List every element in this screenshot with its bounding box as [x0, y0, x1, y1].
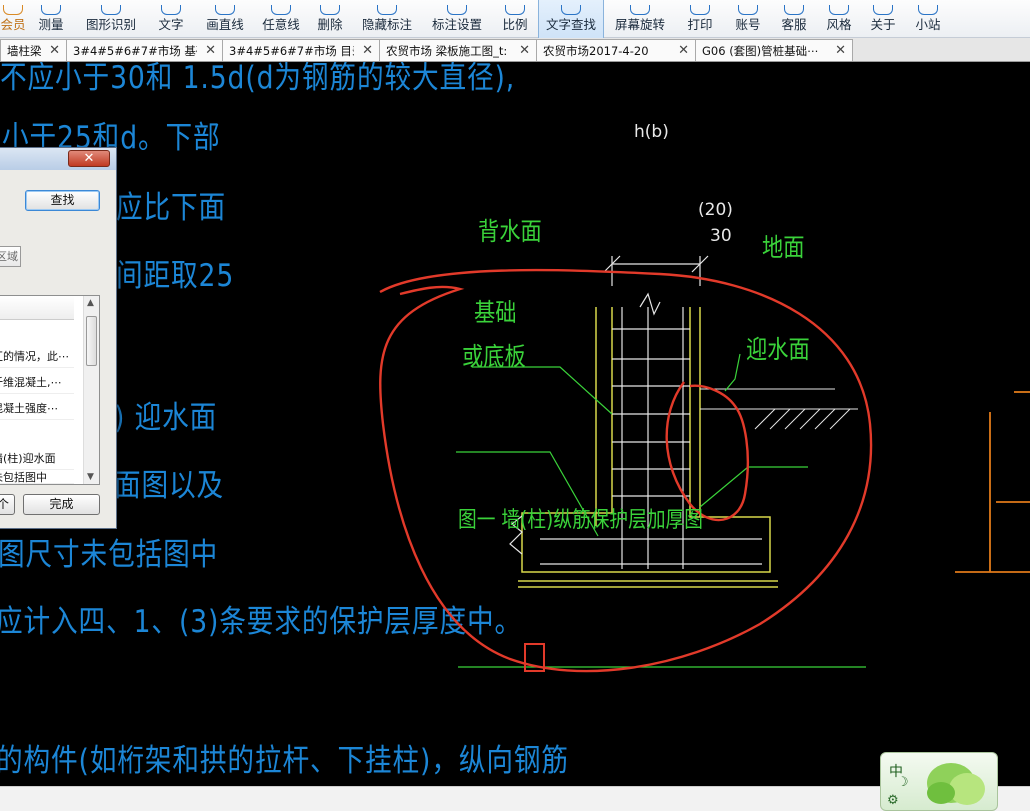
main-toolbar: 会员 测量 图形识别 文字 画直线 任意线 删除 隐藏标注 标注设置 比例 文字… [0, 0, 1030, 38]
dimension-30: 30 [710, 226, 732, 246]
info-icon [873, 5, 893, 15]
dialog-titlebar[interactable]: ✕ [0, 148, 116, 170]
drawing-canvas[interactable]: 不应小于30和 1.5d(d为钢筋的较大直径), 小于25和d。下部 应比下面 … [0, 62, 1030, 811]
list-scrollbar[interactable]: ▲ ▼ [83, 296, 99, 484]
eye-icon [377, 5, 397, 15]
wall-section-drawing [379, 255, 1030, 673]
vip-icon [3, 5, 23, 15]
text-search-dialog: ✕ 查找 区域 汇的情况，此⋯ 纤维混凝土,⋯ 混凝土强度⋯ 墙(柱)迎水面 未… [0, 147, 117, 529]
scroll-thumb[interactable] [86, 316, 97, 366]
moon-icon: ☽ [897, 775, 909, 790]
ruler-icon [41, 5, 61, 15]
list-item[interactable]: 纤维混凝土,⋯ [0, 372, 74, 394]
user-icon [738, 5, 758, 15]
toolbar-delete-button[interactable]: 删除 [308, 0, 352, 38]
leaf-icon [927, 763, 985, 805]
scroll-up-icon[interactable]: ▲ [87, 298, 94, 308]
close-icon[interactable]: ✕ [205, 43, 216, 58]
close-icon[interactable]: ✕ [835, 43, 846, 58]
gear-icon [447, 5, 467, 15]
dialog-close-button[interactable]: ✕ [68, 150, 110, 167]
toolbar-measure-button[interactable]: 测量 [26, 0, 76, 38]
region-button[interactable]: 区域 [0, 246, 21, 267]
label-back-face: 背水面 [478, 217, 542, 246]
scroll-down-icon[interactable]: ▼ [87, 472, 94, 482]
tab-document[interactable]: 农贸市场2017-4-20 ✕ [536, 39, 696, 61]
toolbar-vip-button[interactable]: 会员 [0, 0, 26, 38]
done-button[interactable]: 完成 [23, 494, 100, 515]
close-icon[interactable]: ✕ [678, 43, 689, 58]
status-strip [0, 786, 1030, 811]
dimension-hb: h(b) [634, 122, 669, 142]
find-button[interactable]: 查找 [25, 190, 100, 211]
toolbar-print-button[interactable]: 打印 [676, 0, 724, 38]
tab-document[interactable]: G06 (套图)管桩基础⋯ ✕ [695, 39, 853, 61]
list-item[interactable]: 混凝土强度⋯ [0, 398, 74, 420]
toolbar-annotation-settings-button[interactable]: 标注设置 [422, 0, 492, 38]
figure-caption: 图一 墙(柱)纵筋保护层加厚图 [458, 508, 703, 533]
toolbar-site-button[interactable]: 小站 [904, 0, 952, 38]
search-results-list[interactable]: 汇的情况，此⋯ 纤维混凝土,⋯ 混凝土强度⋯ 墙(柱)迎水面 未包括图中 ▲ ▼ [0, 295, 100, 485]
site-icon [918, 5, 938, 15]
search-icon [561, 5, 581, 15]
tab-document[interactable]: 3#4#5#6#7#市场 基础⋯✕ [66, 39, 223, 61]
label-water-face: 迎水面 [746, 335, 810, 364]
toolbar-freeline-button[interactable]: 任意线 [254, 0, 308, 38]
style-icon [829, 5, 849, 15]
gear-icon[interactable]: ⚙ [887, 793, 899, 808]
previous-button[interactable]: 个 [0, 494, 15, 515]
scale-icon [505, 5, 525, 15]
pen-icon [271, 5, 291, 15]
label-ground: 地面 [762, 233, 805, 262]
label-foundation: 基础 [474, 298, 517, 327]
list-item[interactable]: 未包括图中 [0, 471, 74, 484]
document-tab-bar: 墙柱梁⋯✕ 3#4#5#6#7#市场 基础⋯✕ 3#4#5#6#7#市场 目录✕… [0, 38, 1030, 62]
dimension-20: (20) [698, 200, 733, 220]
tab-document[interactable]: 农贸市场 梁板施工图_t: ✕ [379, 39, 537, 61]
list-header [0, 296, 74, 320]
label-foundation-slab: 或底板 [462, 342, 526, 371]
close-icon[interactable]: ✕ [519, 43, 530, 58]
list-item[interactable]: 墙(柱)迎水面 [0, 448, 74, 470]
toolbar-rotate-button[interactable]: 屏幕旋转 [604, 0, 676, 38]
toolbar-text-button[interactable]: 文字 [146, 0, 196, 38]
toolbar-style-button[interactable]: 风格 [816, 0, 862, 38]
toolbar-account-button[interactable]: 账号 [724, 0, 772, 38]
rotate-icon [630, 5, 650, 15]
tab-document[interactable]: 3#4#5#6#7#市场 目录 ✕ [222, 39, 380, 61]
toolbar-service-button[interactable]: 客服 [772, 0, 816, 38]
close-icon[interactable]: ✕ [362, 43, 373, 58]
toolbar-scale-button[interactable]: 比例 [492, 0, 538, 38]
eraser-icon [320, 5, 340, 15]
toolbar-line-button[interactable]: 画直线 [196, 0, 254, 38]
list-item[interactable]: 汇的情况，此⋯ [0, 346, 74, 368]
tab-document[interactable]: 墙柱梁⋯✕ [0, 39, 67, 61]
line-icon [215, 5, 235, 15]
headset-icon [784, 5, 804, 15]
close-icon[interactable]: ✕ [49, 43, 60, 58]
shape-recognize-icon [101, 5, 121, 15]
toolbar-recognize-button[interactable]: 图形识别 [76, 0, 146, 38]
text-icon [161, 5, 181, 15]
toolbar-hide-annotation-button[interactable]: 隐藏标注 [352, 0, 422, 38]
print-icon [690, 5, 710, 15]
toolbar-text-search-button[interactable]: 文字查找 [538, 0, 604, 38]
ime-widget[interactable]: 中 ☽ ⚙ [880, 752, 998, 811]
orange-partial-drawing [955, 391, 1030, 573]
toolbar-about-button[interactable]: 关于 [862, 0, 904, 38]
